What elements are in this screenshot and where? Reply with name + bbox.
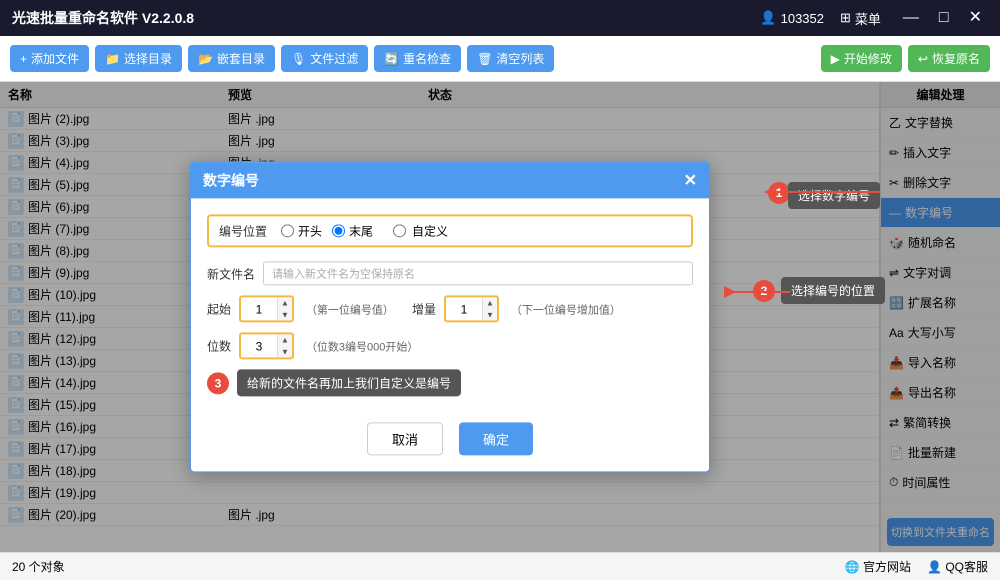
digits-row: 位数 ▲ ▼ （位数3编号000开始） [207,333,693,360]
annotation-bubble-1: 1 [768,182,790,204]
title-bar: 光速批量重命名软件 V2.2.0.8 👤 103352 ⊞ 菜单 — □ ✕ [0,0,1000,36]
digits-arrows: ▲ ▼ [277,335,292,358]
select-dir-button[interactable]: 📁 选择目录 [95,45,182,72]
file-filter-button[interactable]: 🎙 文件过滤 [281,45,368,72]
annotation-bubble-3: 3 [207,372,229,394]
maximize-button[interactable]: □ [933,10,955,26]
restore-name-button[interactable]: ↩ 恢复原名 [908,45,990,72]
increment-arrows: ▲ ▼ [482,297,497,320]
restore-icon: ↩ [918,52,928,66]
custom-option: 自定义 [393,222,448,239]
rename-check-button[interactable]: 🔄 重名检查 [374,45,461,72]
dialog-title-bar: 数字编号 ✕ [191,162,709,198]
dialog-footer: 取消 确定 [191,413,709,472]
annotation-2-area: 2 选择编号的位置 [753,277,885,304]
dialog-close-button[interactable]: ✕ [684,170,697,190]
custom-label: 自定义 [412,222,448,239]
object-count: 20 个对象 [12,558,65,575]
new-file-label: 新文件名 [207,265,255,282]
annotation-label-3: 给新的文件名再加上我们自定义是编号 [237,370,461,397]
annotation-label-2: 选择编号的位置 [781,277,885,304]
trash-icon: 🗑 [477,52,492,66]
annotation-3-area: 3 给新的文件名再加上我们自定义是编号 [207,370,693,397]
dialog-title: 数字编号 [203,170,259,190]
increment-input-group: ▲ ▼ [444,295,499,322]
digits-label: 位数 [207,338,231,355]
toolbar: + 添加文件 📁 选择目录 📂 嵌套目录 🎙 文件过滤 🔄 重名检查 🗑 清空列… [0,36,1000,82]
increment-up-arrow[interactable]: ▲ [483,297,497,309]
window-controls: — □ ✕ [897,10,988,26]
user-id: 👤 103352 [760,10,824,26]
plus-icon: + [20,52,27,66]
position-radio-group: 编号位置 开头 末尾 自定义 [207,214,693,247]
title-bar-right: 👤 103352 ⊞ 菜单 — □ ✕ [760,9,988,28]
annotation-bubble-2: 2 [753,280,775,302]
increment-input[interactable] [446,299,482,319]
start-label: 起始 [207,300,231,317]
position-label: 编号位置 [219,222,267,239]
start-down-arrow[interactable]: ▼ [278,309,292,321]
annotation-label-1: 选择数字编号 [788,182,880,209]
new-filename-row: 新文件名 [207,261,693,285]
radio-start-input[interactable] [281,224,294,237]
radio-end[interactable]: 末尾 [332,222,373,239]
digits-input-group: ▲ ▼ [239,333,294,360]
mic-icon: 🎙 [291,52,306,66]
qq-link[interactable]: 👤 QQ客服 [927,558,988,575]
start-increment-row: 起始 ▲ ▼ （第一位编号值） 增量 ▲ ▼ （下一 [207,295,693,322]
increment-down-arrow[interactable]: ▼ [483,309,497,321]
status-right: 🌐 官方网站 👤 QQ客服 [845,558,988,575]
clear-list-button[interactable]: 🗑 清空列表 [467,45,554,72]
add-file-button[interactable]: + 添加文件 [10,45,89,72]
app-title: 光速批量重命名软件 V2.2.0.8 [12,8,194,28]
dialog-body: 编号位置 开头 末尾 自定义 新文件名 [191,198,709,412]
new-filename-input[interactable] [263,261,693,285]
website-link[interactable]: 🌐 官方网站 [845,558,911,575]
check-icon: 🔄 [384,52,399,66]
minimize-button[interactable]: — [897,10,925,26]
user-icon: 👤 [760,10,776,26]
menu-label[interactable]: ⊞ 菜单 [840,9,881,28]
increment-hint: （下一位编号增加值） [511,301,621,317]
nested-folder-icon: 📂 [198,52,213,66]
increment-label: 增量 [412,300,436,317]
start-up-arrow[interactable]: ▲ [278,297,292,309]
digits-up-arrow[interactable]: ▲ [278,335,292,347]
main-container: 名称 预览 状态 📄 图片 (2).jpg 图片 .jpg 📄 图片 (3).j… [0,82,1000,552]
start-input[interactable] [241,299,277,319]
start-hint: （第一位编号值） [306,301,394,317]
digits-hint: （位数3编号000开始） [306,338,418,354]
digits-down-arrow[interactable]: ▼ [278,346,292,358]
start-arrows: ▲ ▼ [277,297,292,320]
dialog-number-code: 数字编号 ✕ 编号位置 开头 末尾 自定义 [190,161,710,472]
start-input-group: ▲ ▼ [239,295,294,322]
status-bar: 20 个对象 🌐 官方网站 👤 QQ客服 [0,552,1000,580]
radio-start[interactable]: 开头 [281,222,322,239]
right-toolbar: ▶ 开始修改 ↩ 恢复原名 [821,45,990,72]
radio-end-input[interactable] [332,224,345,237]
play-icon: ▶ [831,52,840,66]
folder-icon: 📁 [105,52,120,66]
radio-custom-input[interactable] [393,224,406,237]
close-button[interactable]: ✕ [963,10,988,26]
cancel-button[interactable]: 取消 [367,423,443,456]
grid-icon: ⊞ [840,10,851,26]
confirm-button[interactable]: 确定 [459,423,533,456]
digits-input[interactable] [241,336,277,356]
nested-dir-button[interactable]: 📂 嵌套目录 [188,45,275,72]
start-modify-button[interactable]: ▶ 开始修改 [821,45,902,72]
